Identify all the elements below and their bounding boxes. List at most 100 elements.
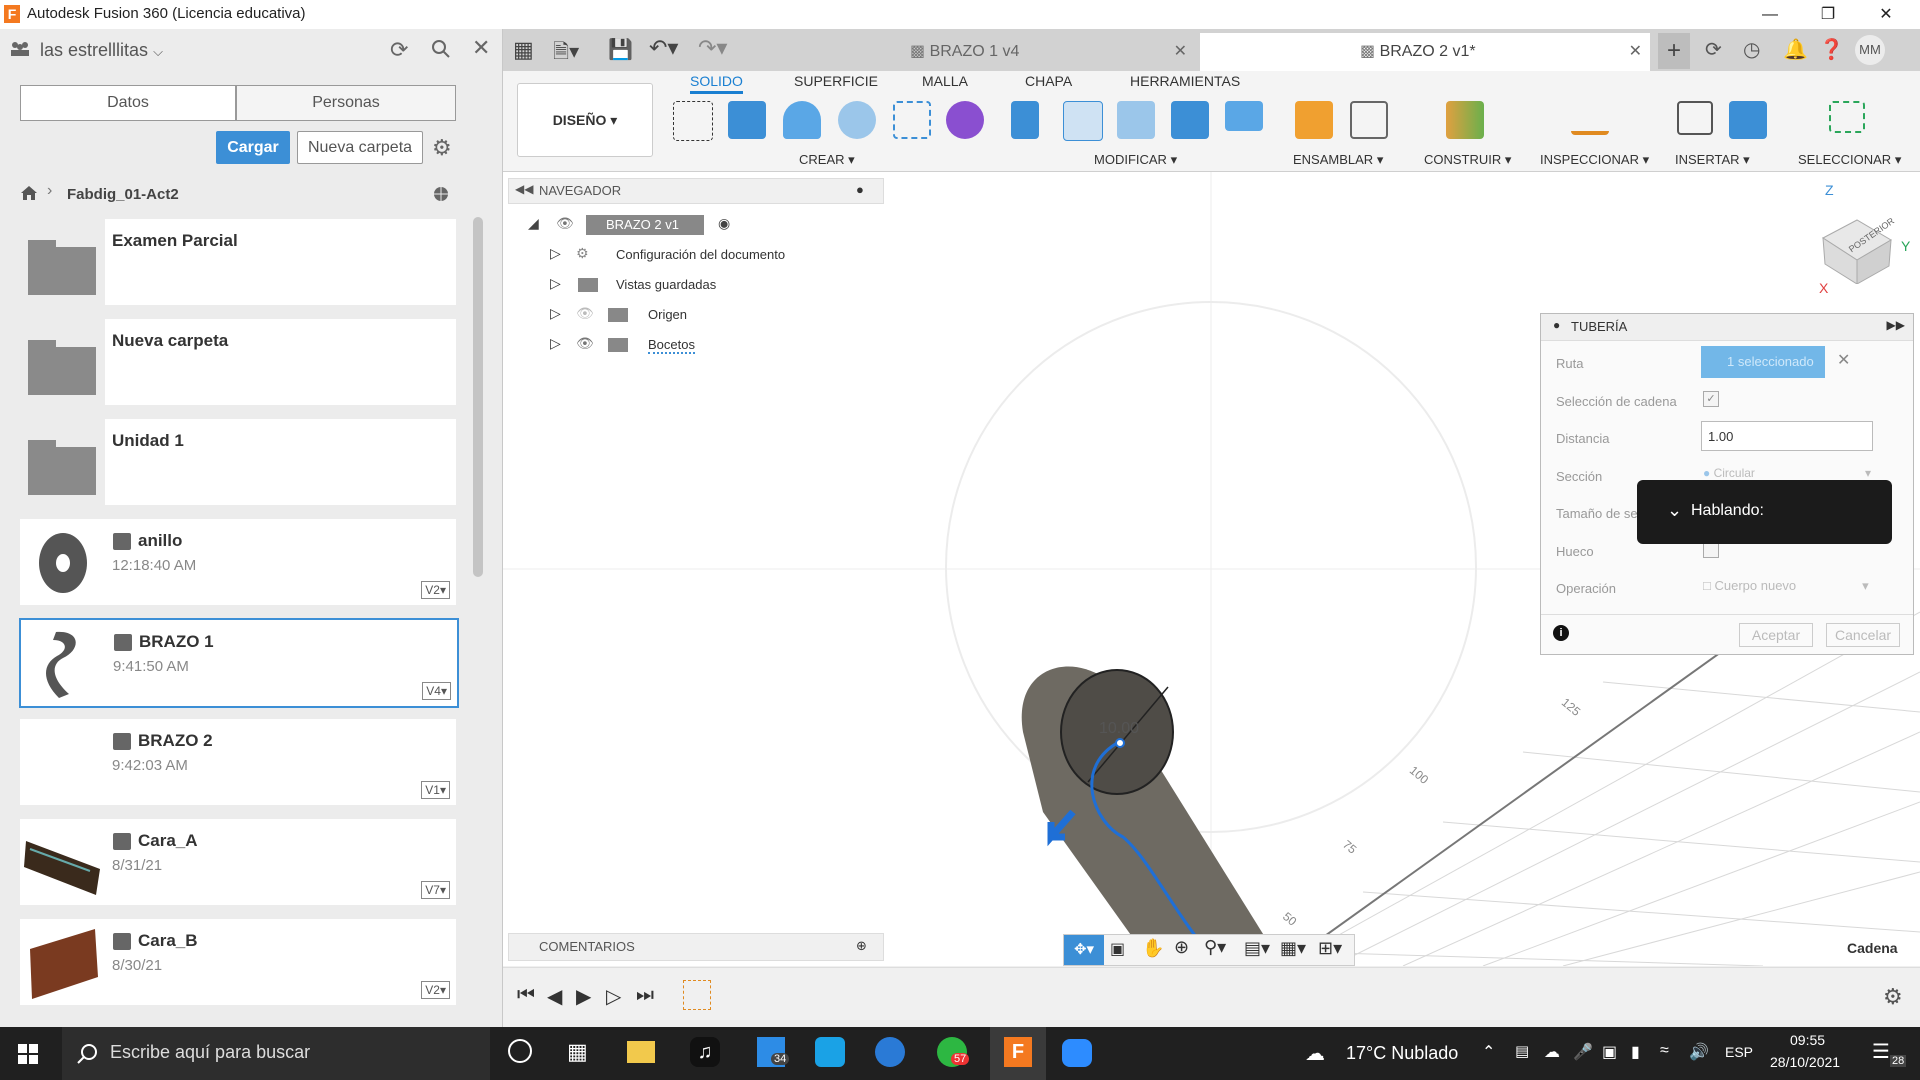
group-inspect[interactable]: INSPECCIONAR ▾ xyxy=(1540,152,1649,168)
fusion-taskbar-button[interactable]: F xyxy=(990,1027,1046,1080)
tab-brazo1[interactable]: ▩ BRAZO 1 v4 ✕ xyxy=(745,33,1195,71)
app-c-icon[interactable] xyxy=(815,1037,845,1067)
group-construct[interactable]: CONSTRUIR ▾ xyxy=(1424,152,1511,168)
navigator-node[interactable]: ▷ ⚙ Configuración del documento xyxy=(550,245,810,267)
insert-derive-icon[interactable] xyxy=(1677,101,1713,135)
group-create[interactable]: CREAR ▾ xyxy=(799,152,855,168)
new-folder-button[interactable]: Nueva carpeta xyxy=(297,131,423,164)
onedrive-icon[interactable]: ☁ xyxy=(1544,1042,1560,1062)
distance-input[interactable]: 1.00 xyxy=(1701,421,1873,451)
volume-icon[interactable]: 🔊 xyxy=(1689,1042,1709,1062)
device-icon[interactable]: ▤ xyxy=(1515,1042,1529,1060)
save-icon[interactable]: 💾 xyxy=(608,37,633,62)
navigator-node[interactable]: ▷ 👁 Bocetos xyxy=(550,335,810,357)
go-to-start-icon[interactable]: ⏮ xyxy=(517,984,535,1007)
look-at-icon[interactable]: ▣ xyxy=(1110,939,1125,959)
chain-selection-checkbox[interactable]: ✓ xyxy=(1703,391,1719,407)
group-modify[interactable]: MODIFICAR ▾ xyxy=(1094,152,1177,168)
grid-settings-icon[interactable]: ▦▾ xyxy=(1280,938,1306,959)
press-pull-icon[interactable] xyxy=(1011,101,1039,139)
wifi-icon[interactable]: ≈ xyxy=(1660,1042,1669,1060)
add-comment-icon[interactable]: ⊕ xyxy=(856,938,867,954)
joint-icon[interactable] xyxy=(1350,101,1388,139)
minimize-button[interactable]: — xyxy=(1742,0,1798,29)
create-sketch-icon[interactable] xyxy=(673,101,713,141)
close-tab-icon[interactable]: ✕ xyxy=(1629,33,1642,71)
cortana-icon[interactable] xyxy=(508,1039,532,1063)
new-component-icon[interactable] xyxy=(1295,101,1333,139)
orbit-icon[interactable]: ✥▾ xyxy=(1064,935,1104,965)
job-status-icon[interactable]: ◷ xyxy=(1743,37,1760,62)
section-dropdown[interactable]: ● Circular ▾ xyxy=(1703,466,1871,480)
design-card[interactable]: Cara_B 8/30/21 V2▾ xyxy=(20,919,456,1005)
restore-button[interactable]: ❐ xyxy=(1800,0,1856,29)
activate-icon[interactable]: ◉ xyxy=(718,215,730,232)
version-badge[interactable]: V1▾ xyxy=(421,781,450,799)
folder-card[interactable]: Examen Parcial xyxy=(20,219,456,305)
version-badge[interactable]: V2▾ xyxy=(421,981,450,999)
measure-icon[interactable] xyxy=(1571,111,1609,135)
eye-icon[interactable]: 👁 xyxy=(556,215,574,232)
zoom-icon[interactable]: ⊕ xyxy=(1174,937,1189,958)
revolve-icon[interactable] xyxy=(783,101,821,139)
offset-plane-icon[interactable] xyxy=(1446,101,1484,139)
clock-time[interactable]: 09:55 xyxy=(1790,1032,1825,1048)
chamfer-icon[interactable] xyxy=(1117,101,1155,139)
breadcrumb[interactable]: Fabdig_01-Act2 xyxy=(67,186,179,203)
undo-icon[interactable]: ↶▾ xyxy=(649,35,678,61)
tab-solid[interactable]: SOLIDO xyxy=(690,73,743,94)
fit-icon[interactable]: ⚲▾ xyxy=(1204,937,1226,958)
group-assemble[interactable]: ENSAMBLAR ▾ xyxy=(1293,152,1383,168)
apps-grid-icon[interactable]: ▦ xyxy=(513,37,534,63)
language-indicator[interactable]: ESP xyxy=(1725,1044,1753,1060)
view-cube[interactable]: POSTERIOR xyxy=(1813,200,1897,285)
version-badge[interactable]: V7▾ xyxy=(421,881,450,899)
expand-icon[interactable]: ▷ xyxy=(550,245,561,262)
play-icon[interactable]: ▶ xyxy=(576,984,591,1009)
expand-icon[interactable]: ▷ xyxy=(550,275,561,292)
expand-icon[interactable]: ◢ xyxy=(528,215,539,232)
navigator-menu-icon[interactable]: ● xyxy=(856,182,864,197)
insert-canvas-icon[interactable] xyxy=(1729,101,1767,139)
notification-center-icon[interactable]: ☰ xyxy=(1872,1039,1890,1064)
globe-icon[interactable] xyxy=(432,185,450,203)
zoom-app-icon[interactable] xyxy=(1062,1039,1092,1067)
clear-selection-icon[interactable]: ✕ xyxy=(1837,350,1850,370)
pattern-icon[interactable] xyxy=(893,101,931,139)
expand-icon[interactable]: ▷ xyxy=(550,335,561,352)
combine-icon[interactable] xyxy=(1171,101,1209,139)
go-to-end-icon[interactable]: ⏭ xyxy=(636,984,654,1007)
eye-icon[interactable]: 👁 xyxy=(576,335,594,352)
clock-date[interactable]: 28/10/2021 xyxy=(1770,1054,1840,1070)
mic-icon[interactable]: 🎤 xyxy=(1573,1042,1593,1062)
version-badge[interactable]: V4▾ xyxy=(422,682,451,700)
design-card[interactable]: Cara_A 8/31/21 V7▾ xyxy=(20,819,456,905)
group-insert[interactable]: INSERTAR ▾ xyxy=(1675,152,1750,168)
expand-dialog-icon[interactable]: ▶▶ xyxy=(1887,318,1905,332)
ok-button[interactable]: Aceptar xyxy=(1739,623,1813,647)
close-panel-icon[interactable]: ✕ xyxy=(472,35,490,61)
battery-icon[interactable]: ▮ xyxy=(1631,1042,1640,1062)
viewports-icon[interactable]: ⊞▾ xyxy=(1318,938,1342,959)
cancel-button[interactable]: Cancelar xyxy=(1826,623,1900,647)
close-button[interactable]: ✕ xyxy=(1858,0,1914,29)
group-select[interactable]: SELECCIONAR ▾ xyxy=(1798,152,1901,168)
new-tab-button[interactable]: + xyxy=(1658,33,1690,69)
scrollbar[interactable] xyxy=(473,217,483,577)
tab-sheet-metal[interactable]: CHAPA xyxy=(1025,73,1072,89)
display-icon[interactable]: ▣ xyxy=(1602,1042,1617,1062)
create-form-icon[interactable] xyxy=(946,101,984,139)
hole-icon[interactable] xyxy=(838,101,876,139)
file-menu-icon[interactable]: 🗎▾ xyxy=(553,37,579,71)
shell-icon[interactable] xyxy=(1225,101,1263,131)
redo-icon[interactable]: ↷▾ xyxy=(698,35,727,61)
root-component[interactable]: BRAZO 2 v1 xyxy=(586,215,704,235)
step-back-icon[interactable]: ◀ xyxy=(547,984,562,1009)
search-icon[interactable] xyxy=(431,39,451,59)
timeline-settings-icon[interactable]: ⚙ xyxy=(1883,984,1903,1010)
navigator-node[interactable]: ▷ 👁 Origen xyxy=(550,305,810,327)
fillet-icon[interactable] xyxy=(1063,101,1103,141)
chevron-down-icon[interactable]: ⌄ xyxy=(1667,500,1682,521)
chevron-up-icon[interactable]: ⌃ xyxy=(1482,1042,1495,1062)
timeline-sketch-icon[interactable] xyxy=(683,980,711,1010)
